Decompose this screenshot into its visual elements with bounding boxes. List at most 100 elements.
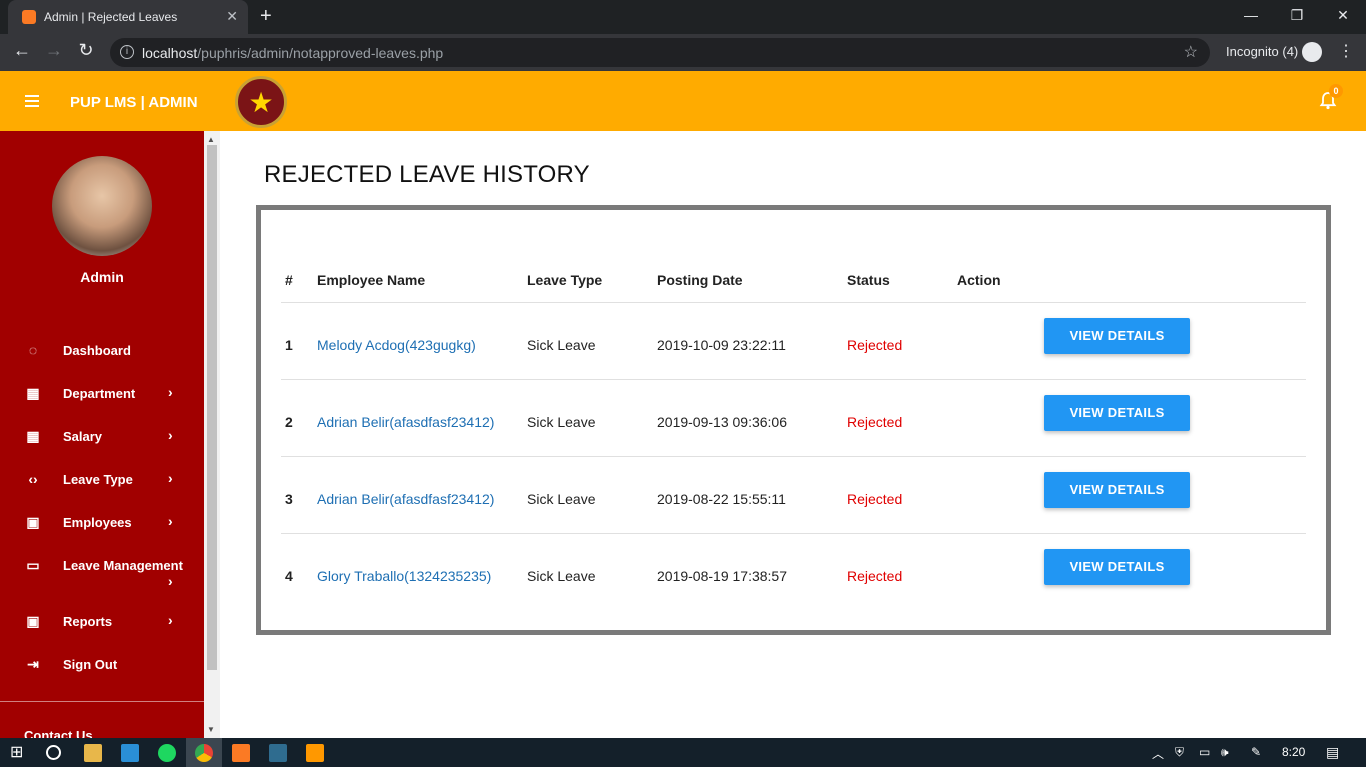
tab-close-icon[interactable]: ✕ [226,8,238,25]
grid-icon: ▦ [26,428,40,444]
sidebar-item-leave-type[interactable]: ‹› Leave Type › [0,457,204,500]
sidebar-scrollbar[interactable]: ▲ ▼ [204,131,220,738]
sidebar: Admin ◌ Dashboard ▦ Department › ▦ Salar… [0,131,204,738]
info-icon[interactable]: i [120,45,134,59]
pen-icon[interactable]: ✎ [1251,745,1261,759]
status-badge: Rejected [847,568,903,584]
vscode-icon[interactable] [121,744,139,762]
row-divider [281,533,1306,534]
incognito-label[interactable]: Incognito (4) [1226,44,1298,59]
sublime-text-icon[interactable] [306,744,324,762]
clock-time[interactable]: 8:20 [1282,745,1305,759]
volume-icon[interactable]: 🕪 [1221,745,1229,760]
posting-date: 2019-08-22 15:55:11 [657,491,786,507]
column-header: Leave Type [527,272,603,288]
windows-start-icon[interactable]: ⊞ [10,742,28,761]
row-number: 1 [285,337,293,353]
account-box-icon: ▣ [26,613,40,629]
browser-tab-bar: Admin | Rejected Leaves ✕ + — ❐ ✕ [0,0,1366,34]
action-center-icon[interactable]: ▤ [1326,744,1339,761]
row-number: 3 [285,491,293,507]
cortana-icon[interactable] [46,745,61,760]
chevron-right-icon: › [168,513,173,529]
view-details-button[interactable]: VIEW DETAILS [1044,395,1190,431]
sidebar-item-sign-out[interactable]: ⇥ Sign Out [0,642,204,685]
sidebar-item-employees[interactable]: ▣ Employees › [0,500,204,543]
row-divider [281,379,1306,380]
sidebar-item-label: Reports [63,614,113,629]
url-path: /puphris/admin/notapproved-leaves.php [197,45,444,61]
university-logo: ★ [235,76,287,128]
battery-icon[interactable]: ▭ [1199,745,1210,759]
close-window-icon[interactable]: ✕ [1320,0,1366,30]
reload-icon[interactable]: ↻ [74,40,98,61]
posting-date: 2019-10-09 23:22:11 [657,337,786,353]
posting-date: 2019-09-13 09:36:06 [657,414,787,430]
sidebar-item-reports[interactable]: ▣ Reports › [0,599,204,642]
scroll-down-icon[interactable]: ▼ [207,725,215,734]
sidebar-item-label: Sign Out [63,657,118,672]
column-header: # [285,272,293,288]
leave-type: Sick Leave [527,337,596,353]
row-number: 2 [285,414,293,430]
code-icon: ‹› [28,471,38,487]
sidebar-divider [0,701,204,702]
back-icon[interactable]: ← [10,40,34,61]
column-header: Action [957,272,1001,288]
dashboard-icon: ◌ [28,342,38,358]
new-tab-icon[interactable]: + [260,5,272,28]
sidebar-item-department[interactable]: ▦ Department › [0,371,204,414]
status-badge: Rejected [847,414,903,430]
forward-icon[interactable]: → [42,40,66,61]
xampp-icon[interactable] [232,744,250,762]
app-header: PUP LMS | ADMIN ★ [0,71,1366,131]
monitor-icon: ▭ [26,557,40,573]
column-header: Posting Date [657,272,743,288]
url-input[interactable]: i localhost/puphris/admin/notapproved-le… [110,38,1210,67]
leave-table-card: # Employee Name Leave Type Posting Date … [256,205,1331,635]
spotify-icon[interactable] [158,744,176,762]
scrollbar-thumb[interactable] [207,145,217,670]
file-explorer-icon[interactable] [84,744,102,762]
sidebar-item-dashboard[interactable]: ◌ Dashboard [0,328,204,371]
sidebar-item-label: Dashboard [63,343,131,358]
leave-type: Sick Leave [527,491,596,507]
sidebar-item-label: Employees [63,515,132,530]
bookmark-star-icon[interactable]: ☆ [1184,42,1198,62]
notification-count-badge: 0 [1329,84,1343,98]
employee-name-link[interactable]: Glory Traballo(1324235235) [317,568,491,584]
sidebar-item-leave-management[interactable]: ▭ Leave Management › [0,543,204,599]
main-content: REJECTED LEAVE HISTORY # Employee Name L… [220,131,1366,738]
sidebar-item-label: Leave Type [63,472,133,487]
chevron-right-icon: › [168,384,173,400]
browser-tab[interactable]: Admin | Rejected Leaves ✕ [8,0,248,34]
employee-name-link[interactable]: Melody Acdog(423gugkg) [317,337,476,353]
xampp-favicon-icon [22,10,36,24]
browser-menu-icon[interactable]: ⋮ [1338,41,1354,61]
hamburger-menu-icon[interactable] [25,95,39,107]
view-details-button[interactable]: VIEW DETAILS [1044,472,1190,508]
sidebar-item-salary[interactable]: ▦ Salary › [0,414,204,457]
scroll-up-icon[interactable]: ▲ [207,135,215,144]
view-details-button[interactable]: VIEW DETAILS [1044,549,1190,585]
avatar [52,156,152,256]
mysql-workbench-icon[interactable] [269,744,287,762]
url-text: localhost/puphris/admin/notapproved-leav… [142,45,443,61]
sidebar-item-label: Department [63,386,136,401]
security-shield-icon[interactable]: ⛨ [1175,745,1184,760]
employee-name-link[interactable]: Adrian Belir(afasdfasf23412) [317,414,494,430]
posting-date: 2019-08-19 17:38:57 [657,568,787,584]
chrome-icon[interactable] [195,744,213,762]
employee-name-link[interactable]: Adrian Belir(afasdfasf23412) [317,491,494,507]
incognito-icon[interactable] [1302,42,1322,62]
view-details-button[interactable]: VIEW DETAILS [1044,318,1190,354]
restore-icon[interactable]: ❐ [1274,0,1320,30]
url-host: localhost [142,45,198,61]
user-name: Admin [80,269,124,285]
tray-expand-icon[interactable]: ︿ [1152,745,1164,762]
minimize-icon[interactable]: — [1228,0,1274,30]
brand-title[interactable]: PUP LMS | ADMIN [70,94,198,111]
leave-type: Sick Leave [527,568,596,584]
sidebar-item-label: Leave Management [63,558,183,573]
contact-us-link[interactable]: Contact Us [24,728,93,738]
